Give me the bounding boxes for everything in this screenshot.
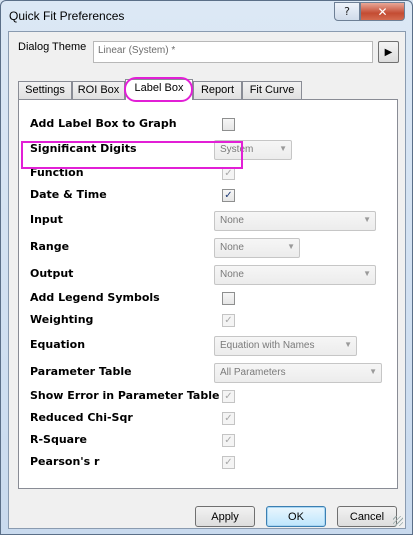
chevron-down-icon: ▼ — [363, 215, 371, 224]
row-show-error: Show Error in Parameter Table ✓ — [19, 387, 397, 407]
tab-roi-box[interactable]: ROI Box — [72, 81, 125, 99]
tab-settings[interactable]: Settings — [18, 81, 72, 99]
row-legend-symbols: Add Legend Symbols — [19, 289, 397, 309]
equation-label: Equation — [30, 338, 86, 351]
input-label: Input — [30, 213, 63, 226]
cancel-button[interactable]: Cancel — [337, 506, 397, 527]
chevron-down-icon: ▼ — [363, 269, 371, 278]
dialog-window: Quick Fit Preferences ? ✕ Dialog Theme L… — [0, 0, 413, 535]
r-square-checkbox[interactable]: ✓ — [222, 434, 235, 447]
add-label-box-checkbox[interactable] — [222, 118, 235, 131]
range-value: None — [220, 242, 244, 253]
reduced-chi-sqr-label: Reduced Chi-Sqr — [30, 411, 133, 424]
chevron-down-icon: ▼ — [287, 242, 295, 251]
add-label-box-label: Add Label Box to Graph — [30, 117, 177, 130]
help-button[interactable]: ? — [334, 2, 360, 21]
row-equation: Equation Equation with Names ▼ — [19, 336, 397, 356]
theme-menu-arrow-icon[interactable]: ▶ — [378, 41, 399, 63]
tab-fit-curve[interactable]: Fit Curve — [242, 81, 302, 99]
close-button[interactable]: ✕ — [360, 2, 405, 21]
row-range: Range None ▼ — [19, 238, 397, 258]
range-label: Range — [30, 240, 70, 253]
dialog-client: Dialog Theme Linear (System) * ▶ Setting… — [8, 31, 406, 529]
row-r-square: R-Square ✓ — [19, 431, 397, 451]
chevron-down-icon: ▼ — [279, 144, 287, 153]
chevron-down-icon: ▼ — [344, 340, 352, 349]
row-date-time: Date & Time ✓ — [19, 186, 397, 206]
input-dropdown[interactable]: None ▼ — [214, 211, 376, 231]
show-error-label: Show Error in Parameter Table — [30, 389, 220, 402]
parameter-table-dropdown[interactable]: All Parameters ▼ — [214, 363, 382, 383]
legend-symbols-checkbox[interactable] — [222, 292, 235, 305]
weighting-checkbox[interactable]: ✓ — [222, 314, 235, 327]
row-highlight-annotation — [21, 141, 243, 169]
reduced-chi-sqr-checkbox[interactable]: ✓ — [222, 412, 235, 425]
input-value: None — [220, 215, 244, 226]
pearsons-r-label: Pearson's r — [30, 455, 100, 468]
row-input: Input None ▼ — [19, 211, 397, 231]
title-bar[interactable]: Quick Fit Preferences ? ✕ — [1, 1, 412, 31]
equation-value: Equation with Names — [220, 340, 315, 351]
weighting-label: Weighting — [30, 313, 94, 326]
date-time-label: Date & Time — [30, 188, 107, 201]
chevron-down-icon: ▼ — [369, 367, 377, 376]
r-square-label: R-Square — [30, 433, 87, 446]
dialog-theme-label: Dialog Theme — [18, 41, 87, 53]
output-dropdown[interactable]: None ▼ — [214, 265, 376, 285]
window-title: Quick Fit Preferences — [9, 9, 125, 23]
ok-button[interactable]: OK — [266, 506, 326, 527]
parameter-table-value: All Parameters — [220, 367, 286, 378]
row-weighting: Weighting ✓ — [19, 311, 397, 331]
row-output: Output None ▼ — [19, 265, 397, 285]
range-dropdown[interactable]: None ▼ — [214, 238, 300, 258]
row-reduced-chi-sqr: Reduced Chi-Sqr ✓ — [19, 409, 397, 429]
output-value: None — [220, 269, 244, 280]
show-error-checkbox[interactable]: ✓ — [222, 390, 235, 403]
apply-button[interactable]: Apply — [195, 506, 255, 527]
resize-grip-icon[interactable] — [393, 516, 403, 526]
output-label: Output — [30, 267, 74, 280]
tab-highlight-annotation — [124, 77, 193, 102]
row-add-label-box: Add Label Box to Graph — [19, 115, 397, 135]
parameter-table-label: Parameter Table — [30, 365, 132, 378]
row-pearsons-r: Pearson's r ✓ — [19, 453, 397, 473]
tab-report[interactable]: Report — [193, 81, 242, 99]
equation-dropdown[interactable]: Equation with Names ▼ — [214, 336, 357, 356]
date-time-checkbox[interactable]: ✓ — [222, 189, 235, 202]
dialog-theme-field[interactable]: Linear (System) * — [93, 41, 373, 63]
legend-symbols-label: Add Legend Symbols — [30, 291, 160, 304]
row-parameter-table: Parameter Table All Parameters ▼ — [19, 363, 397, 383]
pearsons-r-checkbox[interactable]: ✓ — [222, 456, 235, 469]
